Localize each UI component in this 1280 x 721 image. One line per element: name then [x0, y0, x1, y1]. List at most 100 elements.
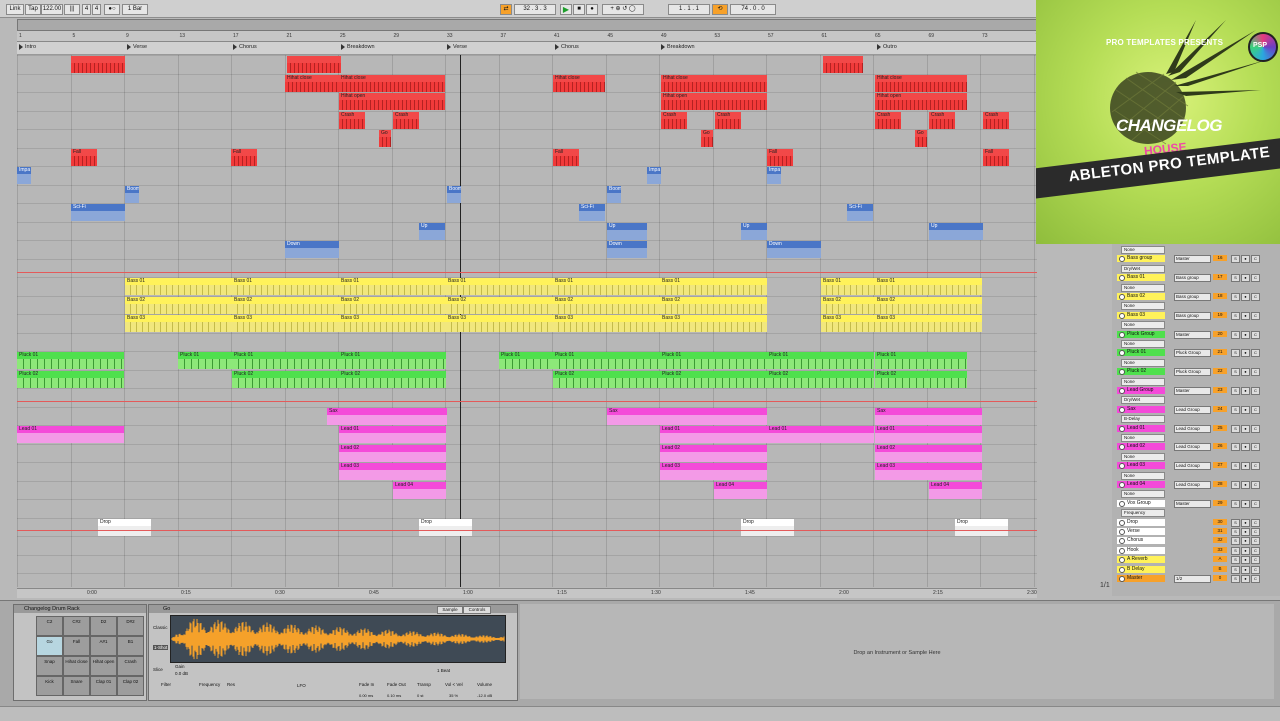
loop-start-field[interactable]: 1 . 1 . 1 [668, 4, 710, 15]
device-chooser[interactable]: None [1121, 452, 1165, 461]
mode-slice[interactable]: Slice [153, 667, 163, 672]
signature-numerator[interactable]: 4 [82, 4, 91, 15]
track-name[interactable]: Pluck Group [1117, 330, 1165, 338]
clip-drum-pattern[interactable] [71, 56, 125, 73]
clip-bass01[interactable]: Bass 01 [446, 278, 553, 295]
clip-pluck01[interactable]: Pluck 01 [178, 352, 232, 369]
clip-hihat_close[interactable]: Hihat close [661, 74, 767, 92]
track-button[interactable]: C [1251, 368, 1260, 377]
track-activator[interactable]: A [1213, 556, 1227, 563]
clip-bass03[interactable]: Bass 03 [232, 315, 339, 332]
clip-go[interactable]: Go [701, 130, 713, 147]
output-routing[interactable]: Bass group [1174, 311, 1211, 320]
clip-lead04[interactable]: Lead 04 [393, 481, 446, 499]
nudge-buttons[interactable]: ||| [64, 4, 80, 15]
track-button[interactable]: ● [1241, 424, 1250, 433]
track-name[interactable]: Bass 01 [1117, 274, 1165, 282]
clip-bass03[interactable]: Bass 03 [446, 315, 553, 332]
clip-sax[interactable]: Sax [875, 407, 982, 425]
track-name[interactable]: Pluck 02 [1117, 368, 1165, 376]
time-ruler[interactable]: 0:00 0:15 0:30 0:45 1:00 1:15 1:30 1:45 2:00 2:15… [17, 588, 1037, 598]
track-name[interactable]: Vox Group [1117, 499, 1165, 507]
locator-breakdown[interactable]: Breakdown [341, 44, 375, 50]
track-button[interactable]: C [1251, 311, 1260, 320]
clip-bass02[interactable]: Bass 02 [553, 296, 660, 314]
clip-fall[interactable]: Fall [553, 148, 579, 166]
fade-out-value[interactable]: 0.10 ms [387, 693, 401, 698]
track-activator[interactable]: 20 [1213, 330, 1227, 337]
track-button[interactable]: ● [1241, 349, 1250, 358]
clip-lead02[interactable]: Lead 02 [339, 444, 446, 462]
clip-up[interactable]: Up [741, 222, 767, 240]
clip-lead01[interactable]: Lead 01 [17, 426, 124, 443]
track-button[interactable]: S [1231, 556, 1240, 565]
drum-pad[interactable]: Crash [117, 656, 144, 676]
clip-pluck02[interactable]: Pluck 02 [660, 370, 767, 388]
output-routing[interactable]: Master [1174, 499, 1211, 508]
clip-crash[interactable]: Crash [875, 111, 901, 129]
locator-breakdown[interactable]: Breakdown [661, 44, 695, 50]
clip-crash[interactable]: Crash [661, 111, 687, 129]
locator-chorus[interactable]: Chorus [555, 44, 579, 50]
clip-lead01[interactable]: Lead 01 [767, 426, 874, 443]
clip-hihat_close[interactable]: Hihat close [553, 74, 605, 92]
device-chooser[interactable]: None [1121, 377, 1165, 386]
arrangement-view[interactable]: Hihat close Hihat close Hihat close Hihat c… [17, 55, 1037, 587]
clip-bass01[interactable]: Bass 01 [875, 278, 982, 295]
clip-lead04[interactable]: Lead 04 [714, 481, 767, 499]
track-button[interactable]: ● [1241, 518, 1250, 527]
clip-pluck01[interactable]: Pluck 01 [232, 352, 339, 369]
track-activator[interactable]: 24 [1213, 405, 1227, 412]
drum-pad[interactable]: Snap [36, 656, 63, 676]
device-chooser[interactable]: None [1121, 340, 1165, 348]
locator-verse[interactable]: Verse [127, 44, 147, 50]
track-button[interactable]: ● [1241, 405, 1250, 414]
track-button[interactable]: C [1251, 481, 1260, 489]
device-chooser[interactable]: None [1121, 490, 1165, 499]
track-name[interactable]: Pluck 01 [1117, 349, 1165, 357]
device-chooser[interactable]: None [1121, 358, 1165, 367]
track-button[interactable]: C [1251, 462, 1260, 471]
clip-pluck02[interactable]: Pluck 02 [767, 370, 874, 388]
output-routing[interactable]: Master [1174, 330, 1211, 339]
clip-fall[interactable]: Fall [231, 148, 257, 166]
drum-pad[interactable]: D2 [90, 616, 117, 636]
clip-bass02[interactable]: Bass 02 [339, 296, 446, 314]
clip-scifi[interactable]: Sci-Fi [71, 204, 125, 221]
device-chooser[interactable]: None [1121, 321, 1165, 330]
gain-value[interactable]: 0.0 dB [175, 671, 188, 676]
clip-hihat_open[interactable]: Hihat open [875, 93, 967, 110]
drum-pad[interactable]: C2 [36, 616, 63, 636]
output-routing[interactable]: Lead Group [1174, 462, 1211, 471]
device-chooser[interactable]: None [1121, 434, 1165, 442]
clip-impa[interactable]: Impa [767, 167, 781, 184]
drum-pad[interactable]: D#2 [117, 616, 144, 636]
clip-hihat_open[interactable]: Hihat open [661, 93, 767, 110]
clip-bass02[interactable]: Bass 02 [232, 296, 339, 314]
track-button[interactable]: C [1251, 528, 1260, 536]
clip-crash[interactable]: Crash [929, 111, 955, 129]
clip-bass01[interactable]: Bass 01 [553, 278, 660, 295]
track-activator[interactable]: 18 [1213, 293, 1227, 299]
clip-bass03[interactable]: Bass 03 [125, 315, 232, 332]
clip-scifi[interactable]: Sci-Fi [579, 204, 605, 221]
clip-crash[interactable]: Crash [983, 111, 1009, 129]
track-button[interactable]: S [1231, 424, 1240, 433]
clip-bass01[interactable]: Bass 01 [339, 278, 446, 295]
track-button[interactable]: ● [1241, 481, 1250, 489]
clip-pluck02[interactable]: Pluck 02 [17, 370, 124, 388]
track-button[interactable]: S [1231, 575, 1240, 583]
track-button[interactable]: S [1231, 546, 1240, 555]
track-name[interactable]: B Delay [1117, 565, 1165, 573]
stop-button[interactable]: ■ [573, 4, 585, 15]
track-activator[interactable]: 23 [1213, 387, 1227, 393]
position-field[interactable]: 32 . 3 . 3 [514, 4, 556, 15]
clip-drop[interactable]: Drop [419, 518, 472, 536]
track-button[interactable]: C [1251, 274, 1260, 283]
drum-pad[interactable]: Clap 01 [90, 676, 117, 696]
clip-bass01[interactable]: Bass 01 [821, 278, 875, 295]
track-button[interactable]: ● [1241, 330, 1250, 339]
output-routing[interactable]: Lead Group [1174, 424, 1211, 433]
track-name[interactable]: Verse [1117, 528, 1165, 535]
track-button[interactable]: C [1251, 518, 1260, 527]
